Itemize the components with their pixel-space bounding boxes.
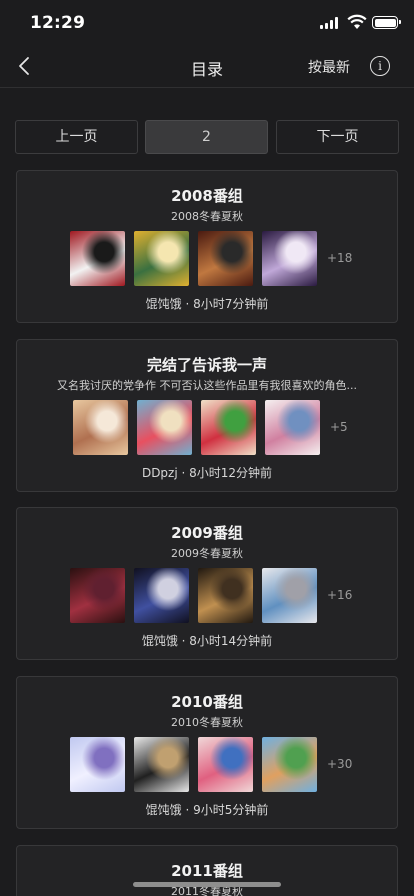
card-subtitle: 2010冬春夏秋 <box>171 716 243 729</box>
list-card[interactable]: 2010番组 2010冬春夏秋 +30 馄饨饿 · 9小时5分钟前 <box>16 676 398 829</box>
cover-thumbnail[interactable] <box>198 737 253 792</box>
cover-thumbnail[interactable] <box>198 231 253 286</box>
cover-thumbnail[interactable] <box>70 737 125 792</box>
battery-icon <box>372 16 401 29</box>
card-title: 2008番组 <box>171 187 243 205</box>
cover-thumbnail[interactable] <box>262 231 317 286</box>
list-card[interactable]: 2011番组 2011冬春夏秋 <box>16 845 398 896</box>
list-card[interactable]: 2008番组 2008冬春夏秋 +18 馄饨饿 · 8小时7分钟前 <box>16 170 398 323</box>
cover-thumbnail[interactable] <box>201 400 256 455</box>
pagination: 上一页 2 下一页 <box>15 120 399 154</box>
home-indicator[interactable] <box>133 882 281 887</box>
card-meta: DDpzj · 8小时12分钟前 <box>141 466 273 480</box>
card-meta: 馄饨饿 · 8小时7分钟前 <box>145 297 269 311</box>
card-meta: 馄饨饿 · 9小时5分钟前 <box>145 803 269 817</box>
cover-thumbnail[interactable] <box>134 231 189 286</box>
status-time: 12:29 <box>30 13 86 33</box>
cellular-signal-icon <box>320 17 339 29</box>
list-card[interactable]: 完结了告诉我一声 又名我讨厌的党争作 不可否认这些作品里有我很喜欢的角色... … <box>16 339 398 492</box>
status-bar: 12:29 <box>0 0 414 44</box>
more-count: +16 <box>327 588 353 602</box>
card-meta: 馄饨饿 · 8小时14分钟前 <box>141 634 273 648</box>
cover-thumbnail[interactable] <box>265 400 320 455</box>
card-subtitle: 2009冬春夏秋 <box>171 547 243 560</box>
more-count: +5 <box>330 420 348 434</box>
more-count: +18 <box>327 251 353 265</box>
cover-thumbnail[interactable] <box>70 568 125 623</box>
cover-thumbnail[interactable] <box>134 737 189 792</box>
cover-thumbnail[interactable] <box>137 400 192 455</box>
cover-thumbnail[interactable] <box>262 737 317 792</box>
cover-thumbnail[interactable] <box>198 568 253 623</box>
cover-thumbnail[interactable] <box>73 400 128 455</box>
list-card[interactable]: 2009番组 2009冬春夏秋 +16 馄饨饿 · 8小时14分钟前 <box>16 507 398 660</box>
cover-thumbnail[interactable] <box>134 568 189 623</box>
sort-latest-button[interactable]: 按最新 <box>308 57 350 77</box>
card-title: 2010番组 <box>171 693 243 711</box>
more-count: +30 <box>327 757 353 771</box>
card-subtitle: 又名我讨厌的党争作 不可否认这些作品里有我很喜欢的角色... <box>57 379 357 392</box>
cover-thumbnail[interactable] <box>70 231 125 286</box>
info-icon[interactable]: i <box>370 56 390 76</box>
card-title: 完结了告诉我一声 <box>146 356 267 374</box>
next-page-button[interactable]: 下一页 <box>276 120 399 154</box>
card-title: 2011番组 <box>171 862 243 880</box>
cover-thumbnail[interactable] <box>262 568 317 623</box>
page-title: 目录 <box>190 60 223 79</box>
card-title: 2009番组 <box>171 524 243 542</box>
navigation-bar: 目录 按最新 i <box>0 44 414 88</box>
current-page-button[interactable]: 2 <box>145 120 268 154</box>
prev-page-button[interactable]: 上一页 <box>15 120 138 154</box>
card-subtitle: 2008冬春夏秋 <box>171 210 243 223</box>
wifi-icon <box>347 14 367 29</box>
